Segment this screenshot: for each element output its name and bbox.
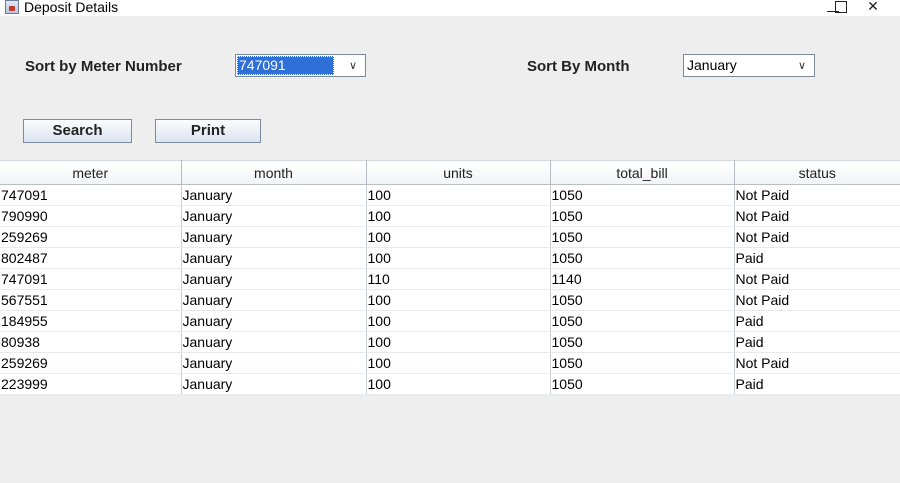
cell-total-bill[interactable]: 1050 [550, 373, 735, 395]
cell-status[interactable]: Not Paid [734, 268, 900, 290]
cell-month[interactable]: January [181, 184, 367, 206]
close-button[interactable]: ✕ [857, 0, 889, 16]
cell-total-bill[interactable]: 1050 [550, 247, 735, 269]
table-header-row: meter month units total_bill status [0, 160, 900, 185]
table-row[interactable]: 567551 January 100 1050 Not Paid [0, 289, 900, 311]
cell-units[interactable]: 100 [366, 226, 551, 248]
cell-meter[interactable]: 223999 [0, 373, 182, 395]
cell-month[interactable]: January [181, 352, 367, 374]
cell-month[interactable]: January [181, 373, 367, 395]
column-header-meter[interactable]: meter [0, 160, 182, 185]
cell-month[interactable]: January [181, 226, 367, 248]
deposit-details-window: Deposit Details ✕ Sort by Meter Number 7… [0, 0, 900, 483]
cell-status[interactable]: Paid [734, 331, 900, 353]
close-icon: ✕ [867, 0, 879, 15]
meter-number-dropdown[interactable]: 747091 ∨ [235, 54, 366, 77]
month-label: Sort By Month [527, 58, 630, 75]
table-row[interactable]: 259269 January 100 1050 Not Paid [0, 352, 900, 374]
title-bar: Deposit Details ✕ [0, 0, 900, 16]
table-row[interactable]: 747091 January 110 1140 Not Paid [0, 268, 900, 290]
cell-month[interactable]: January [181, 331, 367, 353]
cell-units[interactable]: 100 [366, 184, 551, 206]
cell-meter[interactable]: 567551 [0, 289, 182, 311]
cell-status[interactable]: Paid [734, 310, 900, 332]
cell-meter[interactable]: 80938 [0, 331, 182, 353]
cell-status[interactable]: Not Paid [734, 184, 900, 206]
cell-meter[interactable]: 747091 [0, 184, 182, 206]
maximize-button[interactable] [824, 0, 856, 16]
table-row[interactable]: 184955 January 100 1050 Paid [0, 310, 900, 332]
print-button[interactable]: Print [155, 119, 261, 143]
cell-meter[interactable]: 747091 [0, 268, 182, 290]
column-header-units[interactable]: units [366, 160, 551, 185]
cell-total-bill[interactable]: 1050 [550, 352, 735, 374]
window-title: Deposit Details [24, 0, 119, 15]
cell-status[interactable]: Not Paid [734, 352, 900, 374]
chevron-down-icon: ∨ [797, 59, 807, 72]
cell-month[interactable]: January [181, 205, 367, 227]
cell-status[interactable]: Not Paid [734, 226, 900, 248]
cell-units[interactable]: 100 [366, 247, 551, 269]
table-row[interactable]: 259269 January 100 1050 Not Paid [0, 226, 900, 248]
cell-meter[interactable]: 259269 [0, 226, 182, 248]
cell-meter[interactable]: 790990 [0, 205, 182, 227]
meter-number-label: Sort by Meter Number [25, 58, 182, 75]
table-row[interactable]: 80938 January 100 1050 Paid [0, 331, 900, 353]
table-row[interactable]: 223999 January 100 1050 Paid [0, 373, 900, 395]
cell-units[interactable]: 100 [366, 310, 551, 332]
cell-meter[interactable]: 259269 [0, 352, 182, 374]
cell-status[interactable]: Paid [734, 247, 900, 269]
cell-total-bill[interactable]: 1050 [550, 184, 735, 206]
deposit-table: meter month units total_bill status 7470… [0, 160, 900, 395]
cell-units[interactable]: 110 [366, 268, 551, 290]
table-row[interactable]: 747091 January 100 1050 Not Paid [0, 184, 900, 206]
cell-units[interactable]: 100 [366, 331, 551, 353]
cell-units[interactable]: 100 [366, 352, 551, 374]
cell-month[interactable]: January [181, 247, 367, 269]
month-dropdown[interactable]: January ∨ [683, 54, 815, 77]
cell-units[interactable]: 100 [366, 373, 551, 395]
cell-units[interactable]: 100 [366, 289, 551, 311]
chevron-down-icon: ∨ [348, 59, 358, 72]
cell-total-bill[interactable]: 1050 [550, 205, 735, 227]
cell-total-bill[interactable]: 1050 [550, 310, 735, 332]
search-button[interactable]: Search [23, 119, 132, 143]
cell-total-bill[interactable]: 1050 [550, 226, 735, 248]
month-value: January [687, 57, 737, 73]
table-row[interactable]: 790990 January 100 1050 Not Paid [0, 205, 900, 227]
cell-month[interactable]: January [181, 268, 367, 290]
cell-total-bill[interactable]: 1050 [550, 289, 735, 311]
java-app-icon [5, 0, 19, 14]
cell-meter[interactable]: 802487 [0, 247, 182, 269]
cell-total-bill[interactable]: 1140 [550, 268, 735, 290]
column-header-total-bill[interactable]: total_bill [550, 160, 735, 185]
cell-status[interactable]: Not Paid [734, 205, 900, 227]
meter-number-value: 747091 [237, 56, 334, 75]
cell-units[interactable]: 100 [366, 205, 551, 227]
cell-month[interactable]: January [181, 289, 367, 311]
table-row[interactable]: 802487 January 100 1050 Paid [0, 247, 900, 269]
cell-month[interactable]: January [181, 310, 367, 332]
cell-status[interactable]: Not Paid [734, 289, 900, 311]
cell-total-bill[interactable]: 1050 [550, 331, 735, 353]
column-header-month[interactable]: month [181, 160, 367, 185]
maximize-icon [835, 1, 847, 13]
column-header-status[interactable]: status [734, 160, 900, 185]
cell-meter[interactable]: 184955 [0, 310, 182, 332]
cell-status[interactable]: Paid [734, 373, 900, 395]
